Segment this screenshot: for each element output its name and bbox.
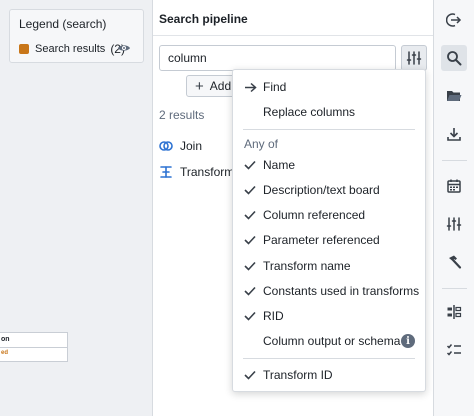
- search-icon: [447, 51, 462, 66]
- menu-option-column-referenced[interactable]: Column referenced: [233, 203, 425, 227]
- menu-option-transform-name[interactable]: Transform name: [233, 254, 425, 278]
- hammer-icon: [449, 255, 462, 269]
- search-options-menu: Find Replace columns Any of Name Descrip…: [232, 69, 426, 392]
- menu-heading: Any of: [244, 137, 279, 151]
- download-button[interactable]: [441, 121, 467, 147]
- search-tool-button[interactable]: [441, 45, 467, 71]
- results-count: 2 results: [159, 108, 205, 122]
- sliders-icon: [446, 217, 462, 231]
- menu-option-parameter-referenced[interactable]: Parameter referenced: [233, 228, 425, 252]
- result-label: Join: [180, 139, 203, 153]
- menu-divider: [243, 358, 415, 359]
- toolbar-divider: [442, 160, 467, 161]
- split-button[interactable]: [441, 299, 467, 325]
- check-icon: [233, 210, 263, 220]
- download-icon: [447, 128, 461, 141]
- menu-option-label: Column output or schema: [263, 334, 401, 348]
- info-icon[interactable]: i: [401, 334, 415, 348]
- node-subtitle: ed: [1, 350, 9, 356]
- panel-title: Search pipeline: [159, 12, 248, 26]
- legend-swatch: [19, 44, 29, 54]
- legend-title: Legend (search): [19, 17, 107, 31]
- folder-icon: [447, 91, 462, 101]
- plus-icon: +: [195, 77, 204, 95]
- menu-option-label: Parameter referenced: [263, 233, 380, 247]
- parameters-button[interactable]: [441, 211, 467, 237]
- legend-item-search-results: Search results (2): [19, 42, 125, 56]
- add-button-label: Add: [209, 79, 232, 93]
- calendar-button[interactable]: [441, 173, 467, 199]
- menu-option-description[interactable]: Description/text board: [233, 178, 425, 202]
- check-icon: [233, 286, 263, 296]
- transforms-icon: [159, 165, 173, 179]
- result-join[interactable]: Join: [159, 139, 202, 153]
- pipeline-canvas[interactable]: Legend (search) Search results (2) on ed: [0, 0, 152, 416]
- menu-option-column-output[interactable]: Column output or schema i: [233, 329, 425, 353]
- search-options-button[interactable]: [401, 45, 427, 71]
- checklist-icon: [446, 344, 461, 356]
- sliders-icon: [406, 51, 422, 65]
- build-button[interactable]: [441, 249, 467, 275]
- menu-option-label: RID: [263, 309, 284, 323]
- menu-option-label: Transform ID: [263, 368, 333, 382]
- search-input[interactable]: [159, 45, 396, 71]
- check-icon: [233, 311, 263, 321]
- calendar-icon: [447, 179, 461, 193]
- exit-button[interactable]: [441, 7, 467, 33]
- menu-option-name[interactable]: Name: [233, 153, 425, 177]
- menu-option-rid[interactable]: RID: [233, 304, 425, 328]
- eye-icon[interactable]: [117, 43, 131, 53]
- panel-divider: [153, 35, 433, 36]
- check-icon: [233, 160, 263, 170]
- right-toolbar: [433, 0, 474, 416]
- menu-option-label: Constants used in transforms: [263, 284, 420, 298]
- menu-option-label: Transform name: [263, 259, 351, 273]
- menu-divider: [243, 129, 415, 130]
- legend-item-label: Search results: [35, 43, 106, 55]
- menu-item-find[interactable]: Find: [233, 75, 425, 99]
- menu-item-replace-columns[interactable]: Replace columns: [233, 100, 425, 124]
- check-icon: [233, 370, 263, 380]
- node-title: on: [1, 336, 10, 343]
- checklist-button[interactable]: [441, 337, 467, 363]
- legend-panel: Legend (search) Search results (2): [9, 9, 144, 63]
- check-icon: [233, 185, 263, 195]
- menu-option-label: Description/text board: [263, 183, 380, 197]
- menu-option-constants[interactable]: Constants used in transforms: [233, 279, 425, 303]
- node-divider: [0, 347, 67, 348]
- folder-button[interactable]: [441, 83, 467, 109]
- menu-option-label: Column referenced: [263, 208, 366, 222]
- check-icon: [233, 235, 263, 245]
- menu-option-label: Name: [263, 158, 296, 172]
- check-icon: [233, 261, 263, 271]
- toolbar-divider: [442, 288, 467, 289]
- result-transforms[interactable]: Transforms: [159, 165, 240, 179]
- exit-icon: [446, 13, 462, 27]
- menu-option-transform-id[interactable]: Transform ID: [233, 363, 425, 387]
- pipeline-node[interactable]: on ed: [0, 332, 68, 362]
- arrow-right-icon: [233, 82, 263, 93]
- split-icon: [447, 305, 462, 319]
- menu-item-label: Find: [263, 80, 287, 94]
- menu-item-label: Replace columns: [263, 105, 356, 119]
- join-icon: [159, 139, 173, 153]
